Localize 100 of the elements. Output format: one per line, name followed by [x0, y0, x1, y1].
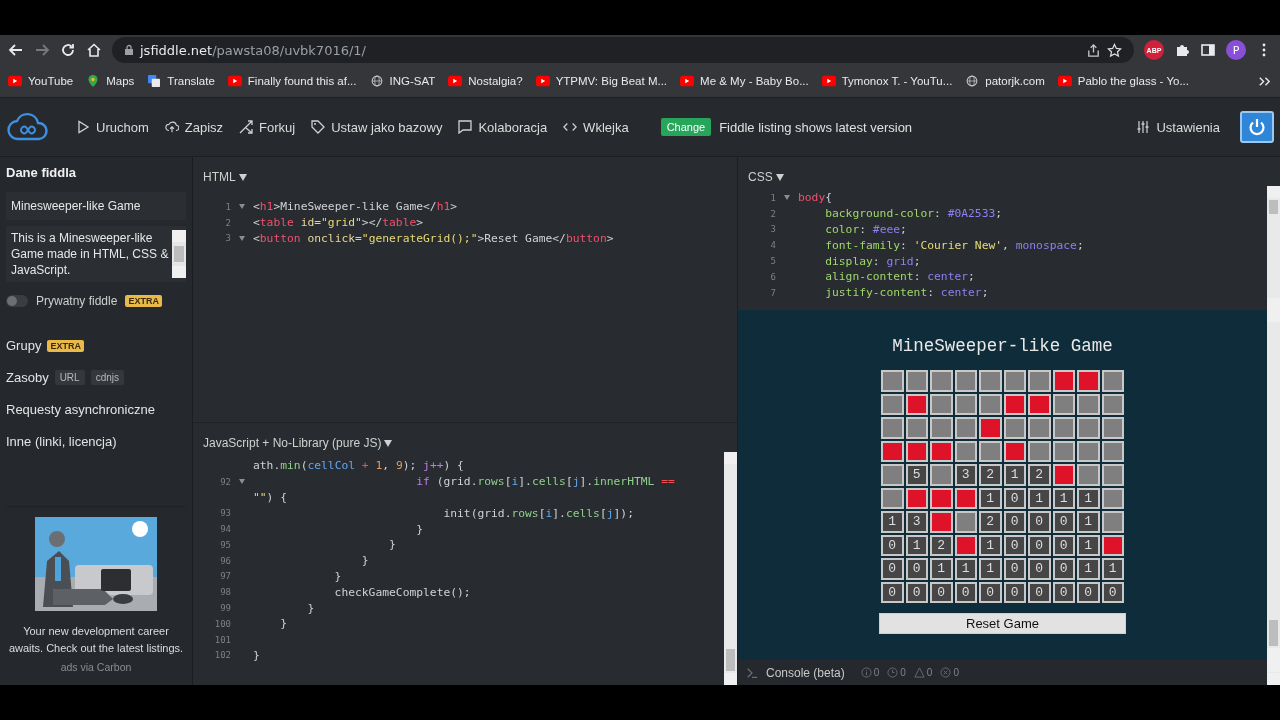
revealed-cell[interactable]: 0: [1028, 558, 1051, 580]
hidden-cell[interactable]: [954, 440, 977, 462]
revealed-cell[interactable]: 2: [979, 464, 1002, 486]
fold-icon[interactable]: [239, 236, 245, 241]
panel-title[interactable]: HTML: [203, 170, 236, 184]
hidden-cell[interactable]: [954, 511, 977, 533]
hidden-cell[interactable]: [1077, 393, 1100, 415]
revealed-cell[interactable]: 1: [1077, 558, 1100, 580]
reload-icon[interactable]: [60, 42, 76, 58]
revealed-cell[interactable]: 0: [1003, 558, 1026, 580]
revealed-cell[interactable]: 0: [1003, 581, 1026, 603]
panel-title[interactable]: JavaScript + No-Library (pure JS): [203, 436, 382, 450]
revealed-cell[interactable]: 0: [1052, 511, 1075, 533]
toolbar-button[interactable]: Forkuj: [233, 115, 302, 139]
hidden-cell[interactable]: [979, 440, 1002, 462]
hidden-cell[interactable]: [930, 464, 953, 486]
scrollbar[interactable]: [724, 452, 737, 685]
bookmark[interactable]: Tymonox T. - YouTu...: [821, 75, 953, 87]
hidden-cell[interactable]: [930, 370, 953, 392]
mine-cell[interactable]: [954, 487, 977, 509]
bookmark[interactable]: patorjk.com: [965, 75, 1045, 87]
mine-cell[interactable]: [1028, 393, 1051, 415]
caret-icon[interactable]: [775, 173, 784, 181]
revealed-cell[interactable]: 1: [979, 558, 1002, 580]
settings-button[interactable]: Ustawienia: [1130, 115, 1226, 139]
bookmark[interactable]: Pablo the glass - Yo...: [1057, 75, 1189, 87]
revealed-cell[interactable]: 0: [905, 581, 928, 603]
revealed-cell[interactable]: 1: [979, 487, 1002, 509]
sidebar-section[interactable]: Grupy: [6, 338, 42, 353]
caret-icon[interactable]: [238, 173, 247, 181]
hidden-cell[interactable]: [930, 417, 953, 439]
description-field[interactable]: This is a Minesweeper-like Game made in HTML, CSS & JavaScript.: [6, 226, 186, 282]
hidden-cell[interactable]: [1052, 393, 1075, 415]
toolbar-button[interactable]: Ustaw jako bazowy: [305, 115, 449, 139]
hidden-cell[interactable]: [1101, 487, 1124, 509]
revealed-cell[interactable]: 1: [954, 558, 977, 580]
share-icon[interactable]: [1086, 42, 1101, 58]
revealed-cell[interactable]: 0: [1052, 558, 1075, 580]
puzzle-icon[interactable]: [1174, 42, 1190, 58]
mine-cell[interactable]: [905, 440, 928, 462]
profile-avatar[interactable]: P: [1226, 40, 1246, 60]
fold-icon[interactable]: [239, 204, 245, 210]
hidden-cell[interactable]: [1077, 464, 1100, 486]
revealed-cell[interactable]: 1: [905, 534, 928, 556]
toolbar-button[interactable]: Uruchom: [70, 115, 155, 139]
revealed-cell[interactable]: 2: [930, 534, 953, 556]
hidden-cell[interactable]: [1003, 417, 1026, 439]
panel-title[interactable]: CSS: [748, 170, 773, 184]
revealed-cell[interactable]: 1: [1077, 511, 1100, 533]
bookmark[interactable]: Nostalgia?: [448, 75, 523, 87]
hidden-cell[interactable]: [881, 370, 904, 392]
sidebar-section[interactable]: Zasoby: [6, 370, 49, 385]
revealed-cell[interactable]: 1: [1077, 487, 1100, 509]
scrollbar[interactable]: [172, 230, 186, 278]
bookmark[interactable]: Finally found this af...: [227, 75, 357, 87]
revealed-cell[interactable]: 0: [1003, 487, 1026, 509]
hidden-cell[interactable]: [979, 370, 1002, 392]
hidden-cell[interactable]: [1101, 417, 1124, 439]
hidden-cell[interactable]: [1028, 417, 1051, 439]
sidebar-icon[interactable]: [1200, 42, 1216, 58]
scrollbar[interactable]: [1267, 660, 1280, 685]
mine-cell[interactable]: [905, 393, 928, 415]
sidebar-section[interactable]: Inne (linki, licencja): [6, 434, 117, 449]
console-label[interactable]: Console (beta): [766, 665, 845, 680]
mine-cell[interactable]: [905, 487, 928, 509]
toolbar-button[interactable]: Wklejka: [557, 115, 635, 139]
mine-cell[interactable]: [930, 440, 953, 462]
mine-cell[interactable]: [1052, 370, 1075, 392]
revealed-cell[interactable]: 1: [1003, 464, 1026, 486]
revealed-cell[interactable]: 0: [1052, 534, 1075, 556]
fold-icon[interactable]: [239, 479, 245, 485]
revealed-cell[interactable]: 1: [930, 558, 953, 580]
mine-cell[interactable]: [930, 511, 953, 533]
hidden-cell[interactable]: [881, 464, 904, 486]
hidden-cell[interactable]: [1077, 440, 1100, 462]
revealed-cell[interactable]: 0: [1028, 581, 1051, 603]
revealed-cell[interactable]: 2: [1028, 464, 1051, 486]
home-icon[interactable]: [86, 42, 102, 58]
revealed-cell[interactable]: 0: [905, 558, 928, 580]
revealed-cell[interactable]: 1: [1077, 534, 1100, 556]
mine-cell[interactable]: [881, 440, 904, 462]
hidden-cell[interactable]: [954, 417, 977, 439]
revealed-cell[interactable]: 0: [881, 534, 904, 556]
hidden-cell[interactable]: [905, 417, 928, 439]
mine-cell[interactable]: [1052, 464, 1075, 486]
hidden-cell[interactable]: [1028, 440, 1051, 462]
reset-button[interactable]: Reset Game: [879, 613, 1126, 634]
mine-cell[interactable]: [930, 487, 953, 509]
ad-credit[interactable]: ads via Carbon: [60, 661, 132, 673]
name-field[interactable]: Minesweeper-like Game: [6, 192, 186, 220]
hidden-cell[interactable]: [930, 393, 953, 415]
ad-text[interactable]: Your new development career awaits. Check out the latest listings.: [6, 623, 186, 657]
toolbar-button[interactable]: Kolaboracja: [452, 115, 554, 139]
hidden-cell[interactable]: [1028, 370, 1051, 392]
hidden-cell[interactable]: [905, 370, 928, 392]
address-bar[interactable]: jsfiddle.net/pawsta08/uvbk7016/1/: [112, 37, 1134, 63]
revealed-cell[interactable]: 0: [881, 581, 904, 603]
bookmark[interactable]: ING-SAT: [369, 75, 436, 87]
revealed-cell[interactable]: 0: [954, 581, 977, 603]
bookmark[interactable]: Maps: [86, 75, 135, 87]
